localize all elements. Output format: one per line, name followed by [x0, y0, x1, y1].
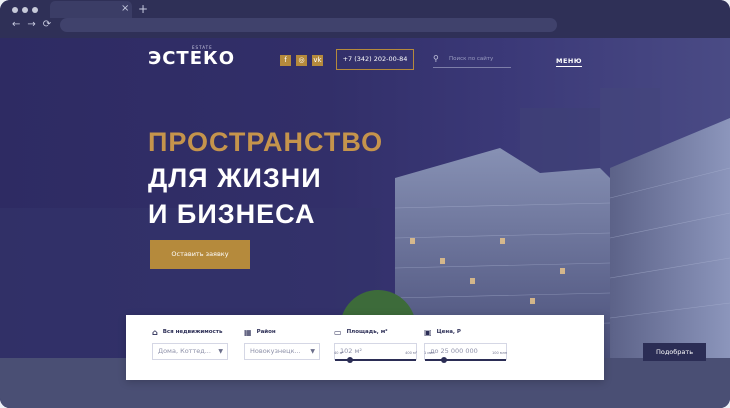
site-logo[interactable]: ЭСТЕКО ESTATE — [148, 45, 236, 69]
browser-chrome: × + ← → ⟳ — [0, 0, 730, 38]
district-group: ▦ Район Новокузнецк... ▼ — [244, 327, 320, 360]
logo-subtitle: ESTATE — [192, 45, 213, 50]
area-slider-handle[interactable] — [346, 357, 353, 363]
price-slider-handle[interactable] — [441, 357, 448, 363]
reload-icon[interactable]: ⟳ — [43, 19, 51, 30]
website: ЭСТЕКО ESTATE f ◎ vk +7 (342) 202-00-84 … — [0, 38, 730, 408]
price-group: ▣ Цена, Р до 25 000 000 1 млн 100 млн — [424, 327, 507, 363]
area-max: 400 м² — [405, 351, 417, 355]
price-max: 100 млн — [492, 351, 507, 355]
phone-button[interactable]: +7 (342) 202-00-84 — [336, 49, 414, 70]
hero-title-line-3: И БИЗНЕСА — [148, 199, 316, 229]
district-label: Район — [256, 329, 276, 335]
browser-window: × + ← → ⟳ ЭСТЕКО ESTATE f ◎ vk +7 (342) … — [0, 0, 730, 408]
browser-tab[interactable] — [50, 1, 132, 18]
hero-title-line-2: ДЛЯ ЖИЗНИ — [148, 163, 322, 193]
search-input[interactable]: Поиск по сайту — [449, 56, 493, 62]
area-min: 40 м² — [334, 351, 344, 355]
vk-icon[interactable]: vk — [312, 55, 323, 66]
price-slider[interactable] — [425, 359, 506, 361]
facebook-icon[interactable]: f — [280, 55, 291, 66]
area-label: Площадь, м² — [346, 329, 388, 335]
menu-button[interactable]: МЕНЮ — [556, 57, 582, 67]
new-tab-icon[interactable]: + — [138, 2, 148, 16]
search-field[interactable]: ⚲ Поиск по сайту — [433, 54, 511, 68]
logo-text: ЭСТЕКО — [148, 48, 236, 69]
browser-nav: ← → ⟳ — [12, 19, 51, 30]
price-label: Цена, Р — [436, 329, 461, 335]
forward-icon[interactable]: → — [27, 19, 35, 30]
site-header: ЭСТЕКО ESTATE f ◎ vk +7 (342) 202-00-84 … — [0, 38, 730, 84]
window-controls[interactable] — [12, 7, 38, 13]
request-button[interactable]: Оставить заявку — [150, 240, 250, 269]
close-tab-icon[interactable]: × — [121, 3, 129, 14]
hero-title-line-1: ПРОСТРАНСТВО — [148, 127, 384, 157]
property-type-label: Вся недвижимость — [162, 329, 223, 335]
instagram-icon[interactable]: ◎ — [296, 55, 307, 66]
ruler-icon: ▭ — [334, 327, 342, 337]
grid-icon: ▦ — [244, 327, 252, 337]
chevron-down-icon: ▼ — [218, 348, 223, 355]
price-min: 1 млн — [424, 351, 435, 355]
back-icon[interactable]: ← — [12, 19, 20, 30]
house-icon: ⌂ — [152, 327, 158, 337]
ruble-icon: ▣ — [424, 327, 432, 337]
district-select[interactable]: Новокузнецк... ▼ — [244, 343, 320, 360]
property-type-select[interactable]: Дома, Коттед... ▼ — [152, 343, 228, 360]
search-icon: ⚲ — [433, 54, 439, 63]
property-filter: ⌂ Вся недвижимость Дома, Коттед... ▼ ▦ Райо… — [126, 315, 706, 380]
address-bar[interactable] — [60, 18, 557, 32]
hero-heading: ПРОСТРАНСТВО ДЛЯ ЖИЗНИ И БИЗНЕСА — [148, 124, 383, 232]
property-type-group: ⌂ Вся недвижимость Дома, Коттед... ▼ — [152, 327, 228, 360]
chevron-down-icon: ▼ — [310, 348, 315, 355]
search-submit-button[interactable]: Подобрать — [643, 343, 706, 361]
area-group: ▭ Площадь, м² 102 м² 40 м² 400 м² — [334, 327, 417, 363]
